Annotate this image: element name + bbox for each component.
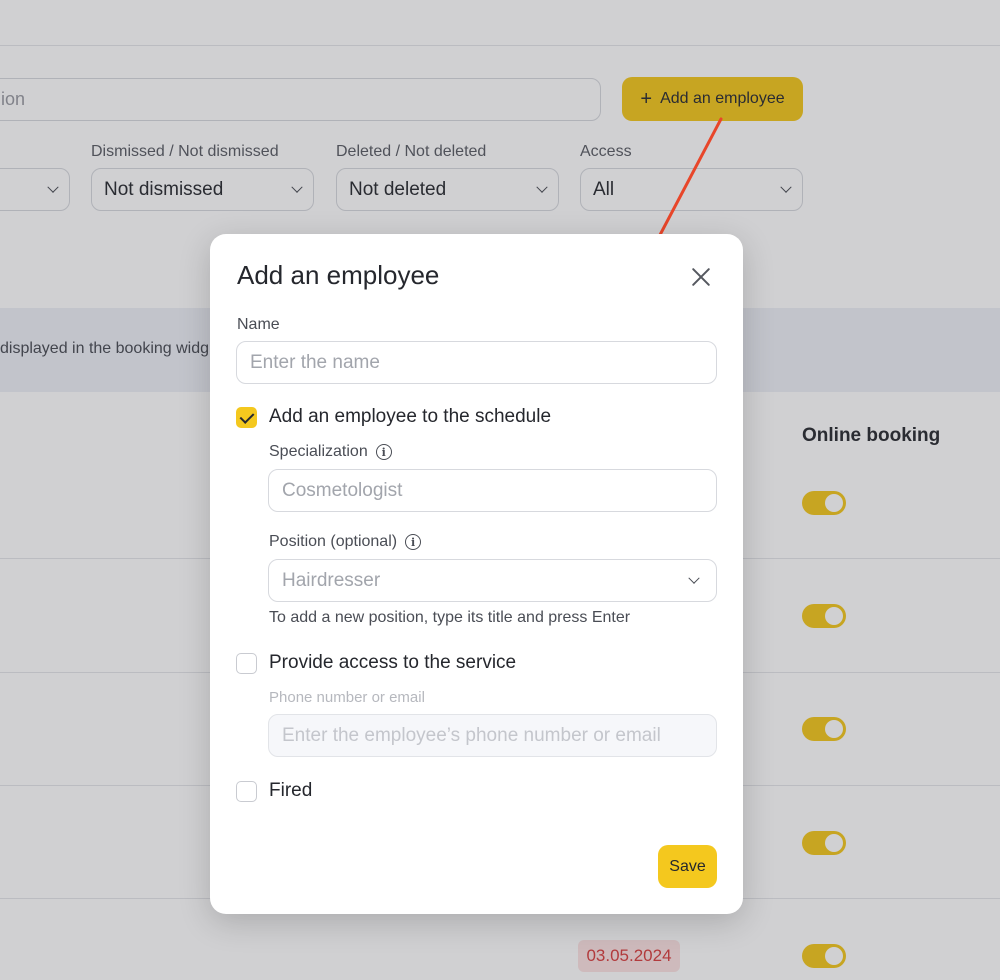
access-checkbox-label: Provide access to the service (269, 652, 517, 673)
info-icon[interactable]: i (405, 534, 422, 550)
position-placeholder: Hairdresser (282, 569, 381, 591)
position-hint: To add a new position, type its title an… (269, 609, 631, 626)
schedule-checkbox-row[interactable]: Add an employee to the schedule (236, 406, 551, 428)
close-icon[interactable] (686, 262, 716, 292)
schedule-checkbox[interactable] (236, 406, 257, 428)
name-label-text: Name (237, 316, 280, 333)
name-input[interactable] (236, 341, 717, 384)
fired-checkbox-row[interactable]: Fired (236, 780, 312, 802)
position-label-text: Position (optional) (269, 533, 398, 550)
position-label: Position (optional) i (269, 533, 422, 551)
access-checkbox-row[interactable]: Provide access to the service (236, 652, 516, 674)
specialization-label-text: Specialization (269, 443, 368, 460)
fired-checkbox-label: Fired (269, 780, 313, 801)
contact-input[interactable] (268, 714, 717, 757)
info-icon[interactable]: i (375, 444, 392, 460)
fired-checkbox[interactable] (236, 780, 257, 802)
contact-label: Phone number or email (269, 689, 425, 706)
save-button[interactable]: Save (658, 845, 717, 888)
add-employee-modal: Add an employee Name Add an employee to … (210, 234, 743, 914)
modal-title: Add an employee (237, 260, 440, 290)
chevron-down-icon (688, 572, 700, 584)
position-select[interactable]: Hairdresser (268, 559, 717, 602)
specialization-input[interactable] (268, 469, 717, 512)
specialization-label: Specialization i (269, 443, 392, 461)
contact-label-text: Phone number or email (269, 689, 425, 706)
schedule-checkbox-label: Add an employee to the schedule (269, 406, 552, 427)
access-checkbox[interactable] (236, 652, 257, 674)
name-label: Name (237, 316, 280, 334)
